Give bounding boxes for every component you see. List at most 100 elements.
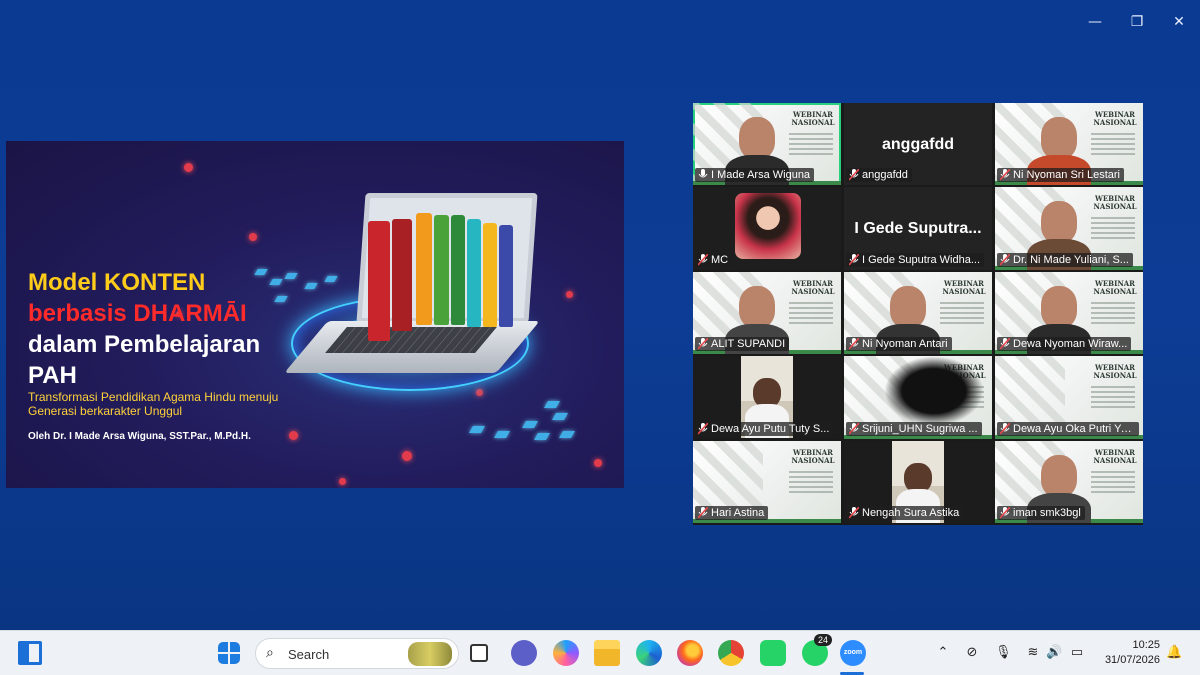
- participant-name-tag: Srijuni_UHN Sugriwa ...: [846, 421, 982, 436]
- firefox-icon[interactable]: [677, 640, 703, 666]
- search-placeholder: Search: [288, 647, 330, 662]
- start-menu-icon[interactable]: [218, 642, 240, 664]
- muted-mic-icon: [849, 253, 859, 266]
- participant-name-tag: Dewa Nyoman Wiraw...: [997, 337, 1132, 352]
- webinar-label: WEBINAR NASIONAL: [1093, 278, 1137, 296]
- minimize-button[interactable]: —: [1074, 8, 1116, 36]
- notification-bell-icon[interactable]: 🔔: [1166, 645, 1182, 661]
- volume-icon[interactable]: 🔊: [1046, 645, 1062, 661]
- whatsapp-icon[interactable]: [760, 640, 786, 666]
- decor-dot: [594, 459, 602, 467]
- book: [467, 219, 481, 327]
- search-icon: ⌕: [266, 645, 274, 661]
- copilot-icon[interactable]: [553, 640, 579, 666]
- video-gallery: WEBINAR NASIONAL I Made Arsa Wiguna anggaf…: [693, 103, 1143, 525]
- book: [499, 225, 513, 327]
- slide-title: Model KONTEN berbasis DHARMĀI dalam Pemb…: [28, 267, 260, 391]
- participant-name: MC: [711, 253, 729, 266]
- decor-square: [533, 433, 551, 440]
- participant-tile[interactable]: WEBINAR NASIONAL Dewa Ayu Oka Putri Ya...: [995, 356, 1143, 439]
- participant-tile[interactable]: MC: [693, 187, 841, 270]
- zoom-icon[interactable]: zoom: [840, 640, 866, 666]
- book: [483, 223, 497, 327]
- participant-name-tag: Dr. Ni Made Yuliani, S...: [997, 252, 1133, 267]
- participant-name: Dewa Nyoman Wiraw...: [1013, 338, 1128, 351]
- participant-display-name: anggafdd: [882, 136, 954, 153]
- decor-square: [274, 296, 288, 302]
- muted-mic-icon: [1000, 422, 1010, 435]
- participant-name-tag: anggafdd: [846, 168, 912, 183]
- participant-tile[interactable]: WEBINAR NASIONAL Dewa Nyoman Wiraw...: [995, 271, 1143, 355]
- muted-mic-icon: [1000, 506, 1010, 519]
- teams-icon[interactable]: [511, 640, 537, 666]
- clock-date: 31/07/2026: [1104, 654, 1160, 666]
- decor-square: [493, 431, 511, 438]
- edge-icon[interactable]: [636, 640, 662, 666]
- file-explorer-icon[interactable]: [594, 640, 620, 666]
- chevron-up-icon[interactable]: ⌃: [935, 645, 951, 661]
- battery-icon[interactable]: ▭: [1069, 645, 1085, 661]
- participant-tile[interactable]: WEBINAR NASIONAL iman smk3bgl: [995, 440, 1143, 523]
- participant-name: Dr. Ni Made Yuliani, S...: [1013, 253, 1129, 266]
- decor-square: [468, 426, 486, 433]
- muted-mic-icon: [698, 253, 708, 266]
- decor-square: [284, 273, 298, 279]
- decor-dot: [249, 233, 257, 241]
- participant-tile[interactable]: WEBINAR NASIONAL Hari Astina: [693, 440, 841, 523]
- background-text-lines: [789, 133, 833, 158]
- webinar-label: WEBINAR NASIONAL: [942, 278, 986, 296]
- participant-tile[interactable]: I Gede Suputra... I Gede Suputra Widha...: [844, 187, 992, 270]
- clock[interactable]: 10:25 31/07/2026: [1105, 638, 1160, 668]
- muted-mic-icon: [1000, 253, 1010, 266]
- participant-tile[interactable]: WEBINAR NASIONAL Dr. Ni Made Yuliani, S..…: [995, 187, 1143, 270]
- restore-button[interactable]: ❐: [1116, 8, 1158, 36]
- muted-mic-icon: [698, 506, 708, 519]
- book: [368, 221, 390, 341]
- participant-tile[interactable]: WEBINAR NASIONAL Ni Nyoman Antari: [844, 271, 992, 355]
- participant-name: Dewa Ayu Oka Putri Ya...: [1013, 422, 1136, 435]
- participant-tile[interactable]: Nengah Sura Astika: [844, 440, 992, 523]
- zoom-label: zoom: [843, 649, 863, 656]
- slide-subtitle-line: Transformasi Pendidikan Agama Hindu menu…: [28, 390, 279, 404]
- participant-tile[interactable]: WEBINAR NASIONAL I Made Arsa Wiguna: [693, 103, 841, 186]
- participant-video: [884, 356, 984, 427]
- widgets-icon[interactable]: [18, 641, 42, 665]
- webinar-label: WEBINAR NASIONAL: [1093, 363, 1137, 381]
- webinar-label: WEBINAR NASIONAL: [791, 447, 835, 465]
- decor-square: [521, 421, 539, 428]
- laptop-keyboard: [325, 327, 497, 353]
- task-view-icon[interactable]: [470, 644, 488, 662]
- no-network-icon[interactable]: ⊘: [964, 645, 980, 661]
- decor-dot: [289, 431, 298, 440]
- slide-subtitle-line: Generasi berkarakter Unggul: [28, 404, 183, 418]
- close-button[interactable]: ✕: [1158, 8, 1200, 36]
- taskbar-search[interactable]: ⌕ Search: [255, 638, 459, 669]
- participant-tile[interactable]: WEBINAR NASIONALSrijuni_UHN Sugriwa ...: [844, 356, 992, 439]
- decor-square: [304, 283, 318, 289]
- slide-title-line: PAH: [28, 362, 77, 389]
- participant-name-tag: Dewa Ayu Putu Tuty S...: [695, 421, 834, 436]
- book: [392, 219, 412, 331]
- participant-tile[interactable]: Dewa Ayu Putu Tuty S...: [693, 356, 841, 439]
- muted-mic-icon: [849, 506, 859, 519]
- participant-tile[interactable]: WEBINAR NASIONAL Ni Nyoman Sri Lestari: [995, 103, 1143, 186]
- book: [451, 215, 465, 325]
- participant-name: Dewa Ayu Putu Tuty S...: [711, 422, 830, 435]
- wifi-icon[interactable]: ≋: [1025, 645, 1041, 661]
- participant-name-tag: Nengah Sura Astika: [846, 505, 964, 520]
- shared-screen-slide: Model KONTEN berbasis DHARMĀI dalam Pemb…: [6, 141, 624, 488]
- desktop: — ❐ ✕ Model KONTEN berbasis DHARMĀI dala…: [0, 0, 1200, 630]
- slide-subtitle: Transformasi Pendidikan Agama Hindu menu…: [28, 390, 278, 418]
- participant-display-name: I Gede Suputra...: [854, 220, 982, 238]
- microphone-icon[interactable]: 🎙: [995, 645, 1012, 661]
- decor-square: [558, 431, 576, 438]
- chrome-icon[interactable]: [718, 640, 744, 666]
- participant-name: I Gede Suputra Widha...: [862, 253, 981, 266]
- notification-badge: 24: [814, 634, 833, 646]
- participant-name-tag: iman smk3bgl: [997, 505, 1085, 520]
- background-text-lines: [940, 301, 984, 327]
- book: [434, 215, 449, 325]
- participant-tile[interactable]: anggafdd anggafdd: [844, 103, 992, 186]
- participant-tile[interactable]: WEBINAR NASIONAL ALIT SUPANDI: [693, 271, 841, 355]
- muted-mic-icon: [849, 169, 859, 181]
